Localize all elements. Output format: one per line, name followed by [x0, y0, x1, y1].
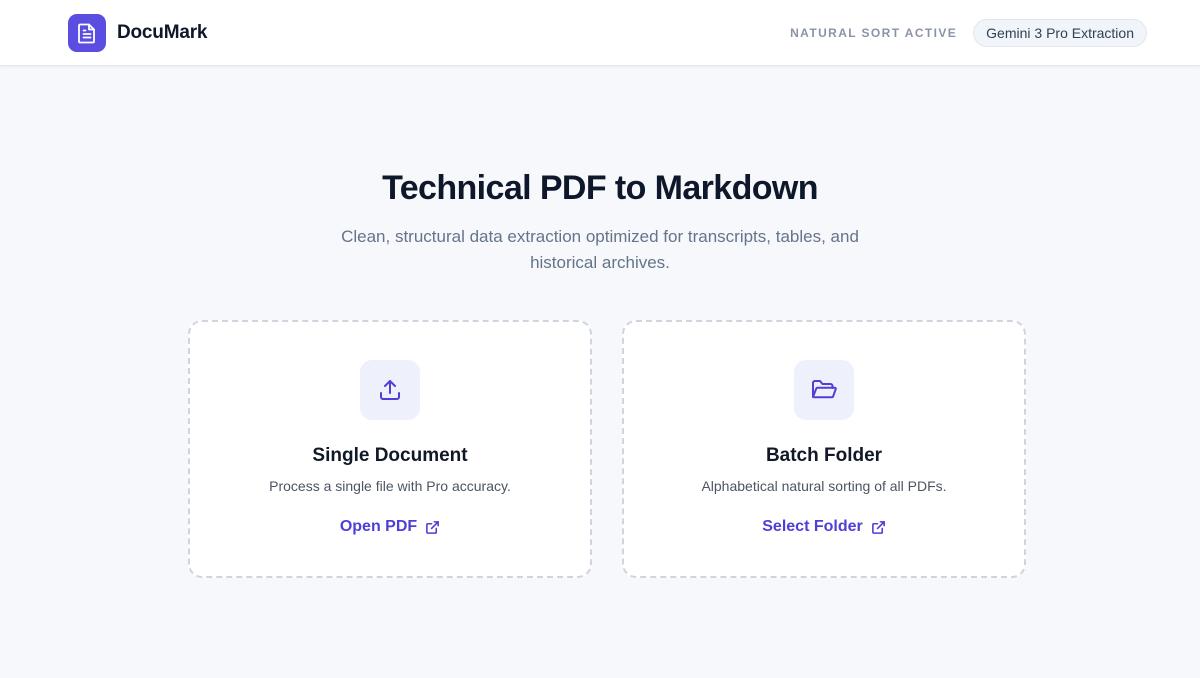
single-document-card[interactable]: Single Document Process a single file wi… — [188, 320, 592, 578]
select-folder-label: Select Folder — [762, 518, 863, 535]
card-title: Single Document — [312, 445, 468, 466]
brand[interactable]: DocuMark — [68, 14, 207, 52]
folder-open-icon — [794, 360, 854, 420]
app-header: DocuMark NATURAL SORT ACTIVE Gemini 3 Pr… — [0, 0, 1200, 66]
select-folder-button[interactable]: Select Folder — [762, 518, 885, 536]
card-title: Batch Folder — [765, 445, 883, 466]
batch-folder-card[interactable]: Batch Folder Alphabetical natural sortin… — [622, 320, 1026, 578]
app-name: DocuMark — [117, 22, 208, 43]
page-title: Technical PDF to Markdown — [382, 169, 818, 207]
open-pdf-label: Open PDF — [339, 518, 418, 535]
upload-icon — [360, 360, 420, 420]
model-badge: Gemini 3 Pro Extraction — [973, 19, 1147, 47]
header-status: NATURAL SORT ACTIVE Gemini 3 Pro Extract… — [790, 19, 1147, 47]
external-link-icon — [871, 520, 886, 535]
external-link-icon — [425, 520, 440, 535]
card-description: Process a single file with Pro accuracy. — [269, 478, 511, 494]
sort-status-label: NATURAL SORT ACTIVE — [790, 26, 958, 40]
document-icon — [68, 14, 106, 52]
open-pdf-button[interactable]: Open PDF — [340, 518, 440, 536]
hero: Technical PDF to Markdown Clean, structu… — [0, 166, 1200, 276]
card-description: Alphabetical natural sorting of all PDFs… — [701, 478, 947, 494]
page-subtitle: Clean, structural data extraction optimi… — [341, 227, 859, 272]
